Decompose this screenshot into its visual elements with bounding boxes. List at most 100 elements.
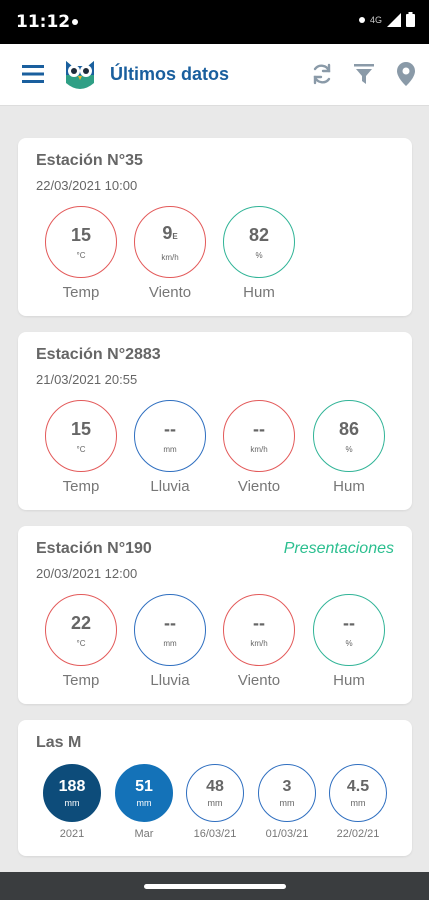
metric-unit: mm [163, 638, 177, 648]
metric-ring: -- mm [134, 594, 206, 666]
metric-ring: 9E km/h [134, 206, 206, 278]
signal-icon [387, 12, 401, 27]
metric-unit: mm [163, 444, 177, 454]
station-card[interactable]: Estación N°35 22/03/2021 10:00 15 °C Tem… [18, 138, 412, 316]
las-m-title: Las M [36, 734, 82, 751]
status-time: 11:12 [16, 12, 71, 32]
owl-logo-icon [62, 55, 98, 93]
app-title: Últimos datos [110, 64, 230, 84]
rain-metric: -- mm Lluvia [134, 400, 206, 495]
rain-value: 4.5 [346, 778, 370, 795]
metric-unit: % [345, 444, 353, 454]
metric-ring: 22 °C [45, 594, 117, 666]
wind-direction: E [172, 231, 178, 241]
metric-label: Hum [333, 478, 365, 495]
status-icons: 4G [358, 12, 415, 27]
metric-label: Viento [237, 672, 281, 689]
rain-value: 188 [58, 778, 86, 795]
metric-label: Hum [243, 284, 275, 301]
metric-label: Lluvia [150, 672, 190, 689]
station-card[interactable]: Estación N°190 Presentaciones 20/03/2021… [18, 526, 412, 704]
temp-metric: 15 °C Temp [45, 400, 117, 495]
metric-unit: km/h [250, 444, 268, 454]
filter-icon[interactable] [350, 60, 378, 88]
home-gesture-handle[interactable] [144, 884, 286, 889]
menu-icon[interactable] [20, 60, 48, 88]
metric-ring: -- km/h [223, 594, 295, 666]
rain-ring: 48 mm [186, 764, 244, 822]
humidity-metric: 86 % Hum [313, 400, 385, 495]
metric-label: Temp [62, 478, 100, 495]
app-bar: Últimos datos [0, 44, 429, 106]
network-type: 4G [369, 14, 382, 25]
metric-unit: °C [76, 250, 86, 260]
metric-unit: °C [76, 444, 86, 454]
humidity-metric: 82 % Hum [223, 206, 295, 301]
rain-value: 48 [206, 778, 224, 795]
rain-period-label: 16/03/21 [193, 828, 237, 840]
rain-period-label: 22/02/21 [336, 828, 380, 840]
metric-unit: km/h [161, 252, 179, 262]
metric-value: -- [253, 612, 265, 633]
rain-unit: mm [64, 798, 80, 808]
metric-label: Temp [62, 672, 100, 689]
metric-value: -- [343, 612, 355, 633]
rain-value: 51 [135, 778, 153, 795]
metric-unit: °C [76, 638, 86, 648]
las-m-card[interactable]: Las M 188 mm 2021 51 mm Mar 48 mm 16/03/… [18, 720, 412, 856]
station-card[interactable]: Estación N°2883 21/03/2021 20:55 15 °C T… [18, 332, 412, 510]
station-name: Estación N°35 [36, 152, 143, 169]
refresh-icon[interactable] [308, 60, 336, 88]
battery-icon [406, 12, 415, 27]
metric-ring: 86 % [313, 400, 385, 472]
metric-ring: 15 °C [45, 400, 117, 472]
rain-total-item: 48 mm 16/03/21 [186, 764, 244, 840]
system-nav-bar [0, 872, 429, 900]
rain-value: 3 [282, 778, 292, 795]
rain-ring: 188 mm [43, 764, 101, 822]
metric-ring: -- % [313, 594, 385, 666]
metric-value: -- [253, 418, 265, 439]
rain-total-item: 188 mm 2021 [43, 764, 101, 840]
metric-value: 22 [70, 612, 92, 633]
rain-ring: 4.5 mm [329, 764, 387, 822]
rain-period-label: Mar [134, 828, 154, 840]
rain-unit: mm [279, 798, 295, 808]
status-bar: 11:12 4G [0, 0, 429, 44]
metric-value: 82 [248, 224, 270, 245]
metric-label: Viento [237, 478, 281, 495]
presentaciones-link[interactable]: Presentaciones [284, 540, 394, 558]
rain-unit: mm [207, 798, 223, 808]
station-name: Estación N°190 [36, 540, 152, 557]
station-name: Estación N°2883 [36, 346, 161, 363]
wind-metric: -- km/h Viento [223, 400, 295, 495]
metric-unit: km/h [250, 638, 268, 648]
temp-metric: 15 °C Temp [45, 206, 117, 301]
metric-label: Lluvia [150, 478, 190, 495]
humidity-metric: -- % Hum [313, 594, 385, 689]
rain-ring: 51 mm [115, 764, 173, 822]
rain-unit: mm [350, 798, 366, 808]
location-pin-icon[interactable] [392, 60, 420, 88]
metric-value: 15 [70, 224, 92, 245]
metric-label: Temp [62, 284, 100, 301]
rain-unit: mm [136, 798, 152, 808]
metric-unit: % [255, 250, 263, 260]
metric-label: Hum [333, 672, 365, 689]
metric-label: Viento [148, 284, 192, 301]
metric-ring: -- mm [134, 400, 206, 472]
wind-metric: 9E km/h Viento [134, 206, 206, 301]
metric-ring: 82 % [223, 206, 295, 278]
metric-value: 9E [162, 222, 178, 243]
metric-value: 15 [70, 418, 92, 439]
metric-value: -- [164, 612, 176, 633]
rain-total-item: 3 mm 01/03/21 [258, 764, 316, 840]
rain-total-item: 51 mm Mar [115, 764, 173, 840]
station-datetime: 22/03/2021 10:00 [36, 178, 138, 193]
metric-ring: -- km/h [223, 400, 295, 472]
station-datetime: 20/03/2021 12:00 [36, 566, 138, 581]
rain-total-item: 4.5 mm 22/02/21 [329, 764, 387, 840]
notification-dot-icon [358, 16, 365, 23]
rain-ring: 3 mm [258, 764, 316, 822]
rain-metric: -- mm Lluvia [134, 594, 206, 689]
